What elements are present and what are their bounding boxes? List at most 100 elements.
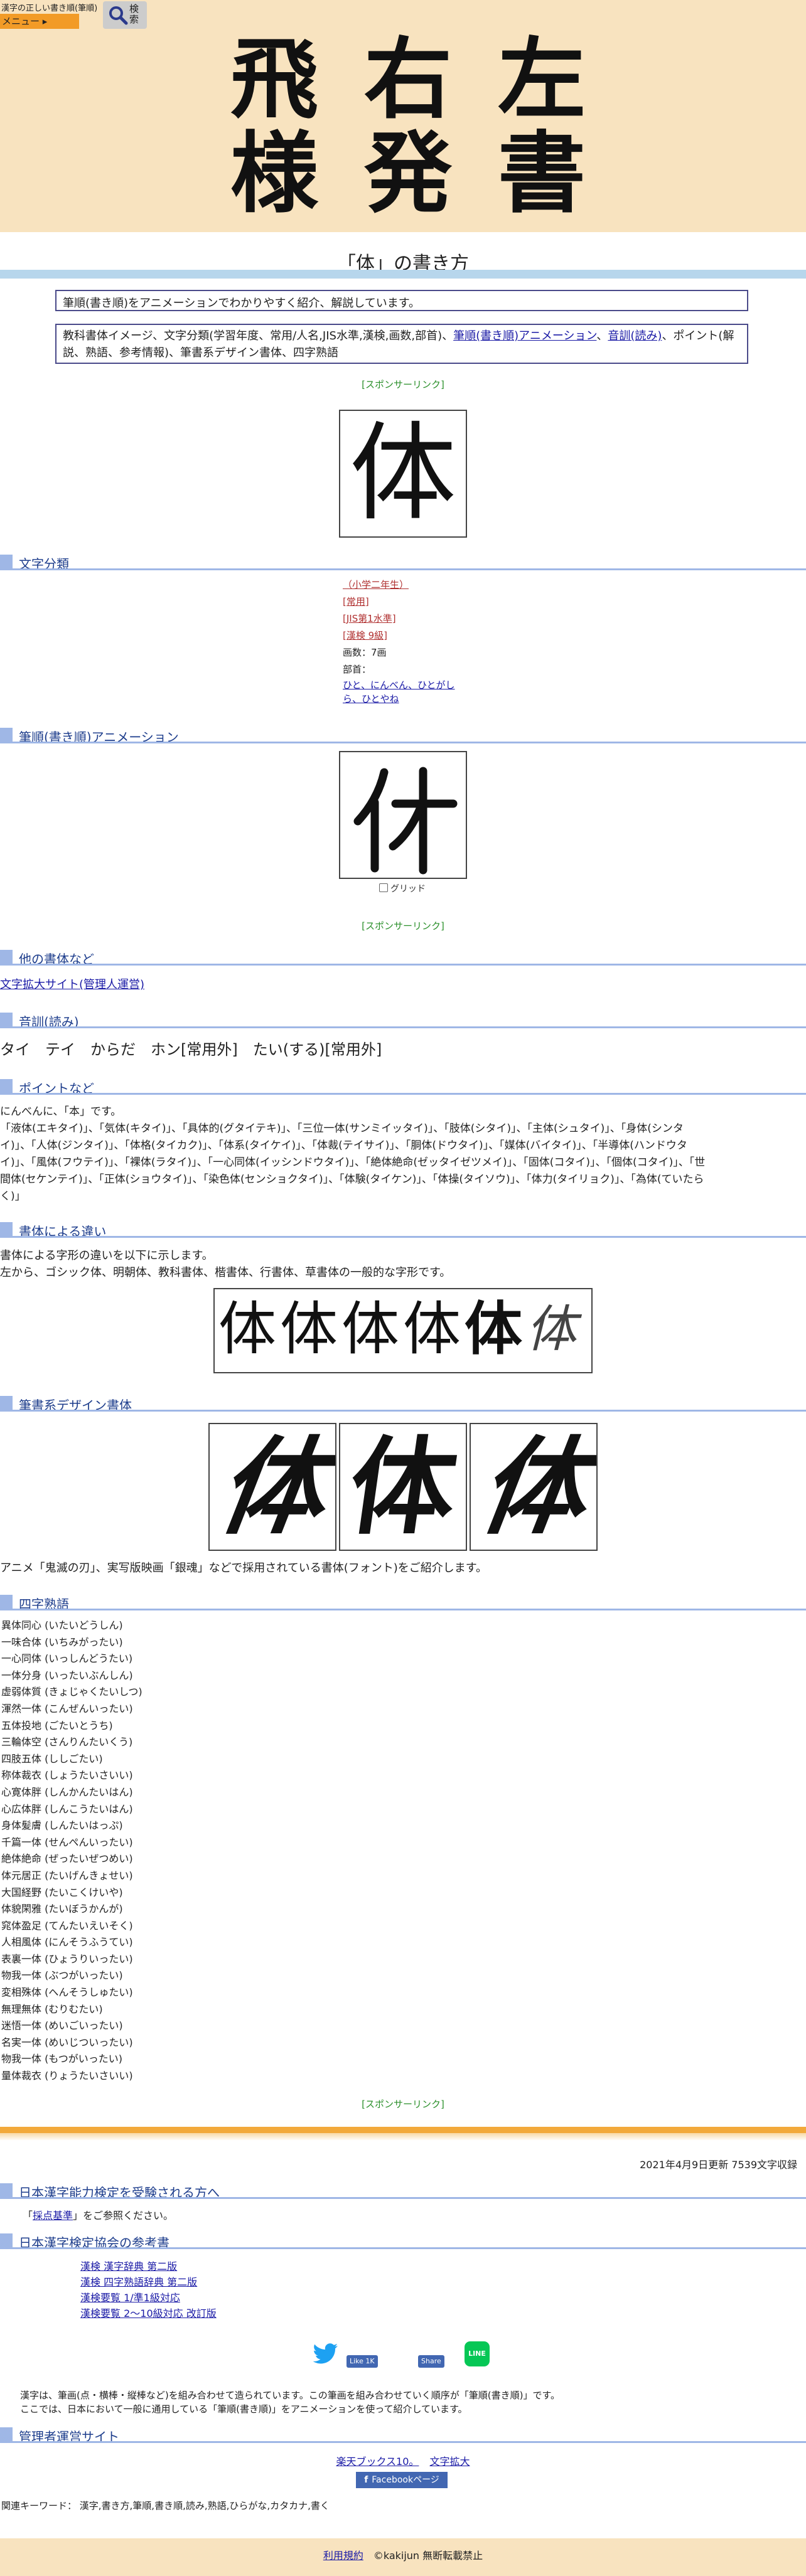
idiom-item[interactable]: 量体裁衣 (りょうたいさいい) — [1, 2068, 142, 2085]
kentei-quote: 「 — [23, 2210, 33, 2222]
section-header-kentei: 日本漢字能力検定を受験される方へ — [0, 2182, 806, 2200]
twitter-icon[interactable] — [313, 2342, 339, 2365]
section-underline — [0, 1410, 806, 1412]
font-comparison-image: 体 体 体 体 体 体 — [213, 1288, 593, 1373]
facebook-icon: f — [364, 2475, 368, 2485]
site-logo[interactable]: 飛 右 左 様 発 書 — [207, 25, 609, 213]
section-bar — [0, 1013, 13, 1026]
kentei-quote: 」 — [73, 2210, 83, 2222]
idiom-item[interactable]: 名実一体 (めいじついったい) — [1, 2035, 142, 2052]
points-line: 「液体(エキタイ)」、「気体(キタイ)」、「具体的(グタイテキ)」、「三位一体(… — [0, 1122, 684, 1135]
section-bar — [0, 950, 13, 964]
section-bar — [0, 1222, 13, 1236]
grade-link[interactable]: （小学二年生） — [343, 577, 455, 593]
enlarge-site-link[interactable]: 文字拡大サイト(管理人運営) — [0, 978, 144, 991]
intro-contents: 教科書体イメージ、文字分類(学習年度、常用/人名,JIS水準,漢検,画数,部首)… — [55, 324, 748, 364]
design-font-image[interactable]: 体 — [339, 1423, 467, 1551]
facebook-page-button[interactable]: f Facebookページ — [356, 2472, 448, 2488]
rakuten-books-link[interactable]: 楽天ブックス10。 — [336, 2456, 419, 2467]
section-bar — [0, 2427, 13, 2441]
page-footer: 利用規約 ©kakijun 無断転載禁止 — [0, 2538, 806, 2576]
section-bar — [0, 728, 13, 742]
sponsor-label: [スポンサーリンク] — [362, 379, 444, 390]
related-keywords: 関連キーワード： 漢字,書き方,筆順,書き順,読み,熟語,ひらがな,カタカナ,書… — [1, 2500, 330, 2511]
idiom-item[interactable]: 異体同心 (いたいどうしん) — [1, 1617, 142, 1634]
design-font-image[interactable]: 体 — [208, 1423, 336, 1551]
reference-link[interactable]: 漢検要覧 2～10級対応 改訂版 — [80, 2306, 217, 2321]
idiom-item[interactable]: 体元居正 (たいげんきょせい) — [1, 1868, 142, 1885]
reference-link[interactable]: 漢検要覧 1/準1級対応 — [80, 2290, 217, 2306]
line-share-icon[interactable]: LINE — [465, 2341, 490, 2366]
idiom-item[interactable]: 一味合体 (いちみがったい) — [1, 1634, 142, 1651]
design-font-image[interactable]: 体 — [470, 1423, 598, 1551]
intro-summary: 筆順(書き順)をアニメーションでわかりやすく紹介、解説しています。 — [55, 290, 748, 311]
link-reading[interactable]: 音訓(読み) — [608, 329, 662, 343]
idiom-item[interactable]: 一体分身 (いったいぶんしん) — [1, 1668, 142, 1685]
site-name[interactable]: 漢字の正しい書き順(筆順) — [1, 1, 97, 13]
idiom-item[interactable]: 千篇一体 (せんぺんいったい) — [1, 1834, 142, 1851]
reference-link[interactable]: 漢検 漢字辞典 第二版 — [80, 2259, 217, 2274]
jis-link[interactable]: [JIS第1水準] — [343, 610, 455, 627]
idiom-item[interactable]: 変相殊体 (へんそうしゅたい) — [1, 1984, 142, 2001]
classification-list: （小学二年生） [常用] [JIS第1水準] [漢検 9級] 画数：7画 部首：… — [343, 577, 455, 706]
idiom-item[interactable]: 心広体胖 (しんこうたいはん) — [1, 1801, 142, 1818]
grid-toggle[interactable]: グリッド — [379, 882, 426, 895]
idiom-item[interactable]: 一心同体 (いっしんどうたい) — [1, 1651, 142, 1668]
idiom-item[interactable]: 無理無体 (むりむたい) — [1, 2001, 142, 2018]
logo-char: 飛 — [230, 28, 318, 131]
idiom-item[interactable]: 心寛体胖 (しんかんたいはん) — [1, 1784, 142, 1801]
joyo-link[interactable]: [常用] — [343, 593, 455, 610]
like-label: Like 1K — [350, 2357, 375, 2365]
idiom-item[interactable]: 絶体絶命 (ぜったいぜつめい) — [1, 1851, 142, 1868]
idiom-item[interactable]: 虚弱体質 (きょじゃくたいしつ) — [1, 1684, 142, 1701]
link-animation[interactable]: 筆順(書き順)アニメーション — [453, 329, 596, 343]
idiom-item[interactable]: 人相風体 (にんそうふうてい) — [1, 1934, 142, 1951]
textbook-kanji-image: 体 — [339, 410, 467, 538]
kanken-link[interactable]: [漢検 9級] — [343, 627, 455, 644]
terms-link[interactable]: 利用規約 — [323, 2550, 363, 2562]
idiom-item[interactable]: 渾然一体 (こんぜんいったい) — [1, 1701, 142, 1718]
stroke-order-animation[interactable] — [339, 751, 467, 879]
idiom-item[interactable]: 体貌閑雅 (たいぼうかんが) — [1, 1901, 142, 1918]
section-header-idioms: 四字熟語 — [0, 1594, 806, 1612]
radical-link[interactable]: ひと、にんべん、ひとがし ら、ひとやね — [343, 678, 455, 706]
scoring-criteria-link[interactable]: 採点基準 — [33, 2210, 73, 2222]
idiom-item[interactable]: 身体髪膚 (しんたいはっぷ) — [1, 1818, 142, 1834]
stroke-count: 画数：7画 — [343, 647, 387, 658]
reference-link[interactable]: 漢検 四字熟語辞典 第二版 — [80, 2274, 217, 2290]
idiom-item[interactable]: 大国経野 (たいこくけいや) — [1, 1885, 142, 1902]
idiom-item[interactable]: 五体投地 (ごたいとうち) — [1, 1718, 142, 1735]
facebook-share-button[interactable]: Share — [418, 2355, 444, 2368]
idiom-list: 異体同心 (いたいどうしん) 一味合体 (いちみがったい) 一心同体 (いっしんどう… — [1, 1617, 142, 2085]
section-header-manager-sites: 管理者運営サイト — [0, 2426, 806, 2444]
idiom-item[interactable]: 表裏一体 (ひょうりいったい) — [1, 1951, 142, 1968]
idiom-item[interactable]: 四肢五体 (ししごたい) — [1, 1751, 142, 1768]
update-info: 2021年4月9日更新 7539文字収録 — [640, 2159, 797, 2171]
points-line: 間体(セケンテイ)」、「正体(ショウタイ)」、「染色体(センショクタイ)」、「体… — [0, 1173, 704, 1186]
idiom-item[interactable]: 迷悟一体 (めいごいったい) — [1, 2018, 142, 2035]
section-header-design-fonts: 筆書系デザイン書体 — [0, 1395, 806, 1413]
section-underline — [0, 568, 806, 570]
facebook-page-label: Facebookページ — [372, 2475, 439, 2485]
logo-char: 発 — [364, 122, 453, 213]
site-description: 漢字は、筆画(点・横棒・縦棒など)を組み合わせて造られています。この筆画を組み合… — [20, 2388, 560, 2416]
idiom-item[interactable]: 物我一体 (もつがいったい) — [1, 2051, 142, 2068]
partial-kanji-strokes — [353, 767, 458, 875]
font-diff-line: 書体による字形の違いを以下に示します。 — [0, 1249, 213, 1262]
idiom-item[interactable]: 窕体盈足 (てんたいえいそく) — [1, 1918, 142, 1935]
section-underline — [0, 2247, 806, 2249]
idiom-item[interactable]: 称体裁衣 (しょうたいさいい) — [1, 1767, 142, 1784]
text-enlarge-link[interactable]: 文字拡大 — [429, 2456, 470, 2467]
description-line: ここでは、日本において一般に通用している「筆順(書き順)」をアニメーションを使っ… — [20, 2403, 468, 2415]
enlarge-site-link-row: 文字拡大サイト(管理人運営) — [0, 976, 806, 993]
search-button[interactable]: 検索 — [103, 1, 147, 29]
radical-label: 部首： — [343, 664, 372, 675]
manager-site-links: 楽天ブックス10。 文字拡大 — [0, 2453, 806, 2468]
idiom-item[interactable]: 物我一体 (ぶつがいったい) — [1, 1967, 142, 1984]
sponsor-label: [スポンサーリンク] — [362, 2099, 444, 2110]
facebook-like-button[interactable]: Like 1K — [347, 2355, 378, 2368]
menu-button[interactable]: メニュー ▸ — [0, 14, 79, 29]
idiom-item[interactable]: 三輪体空 (さんりんたいくう) — [1, 1734, 142, 1751]
font-diff-line: 左から、ゴシック体、明朝体、教科書体、楷書体、行書体、草書体の一般的な字形です。 — [0, 1266, 451, 1279]
grid-checkbox[interactable] — [379, 883, 388, 892]
